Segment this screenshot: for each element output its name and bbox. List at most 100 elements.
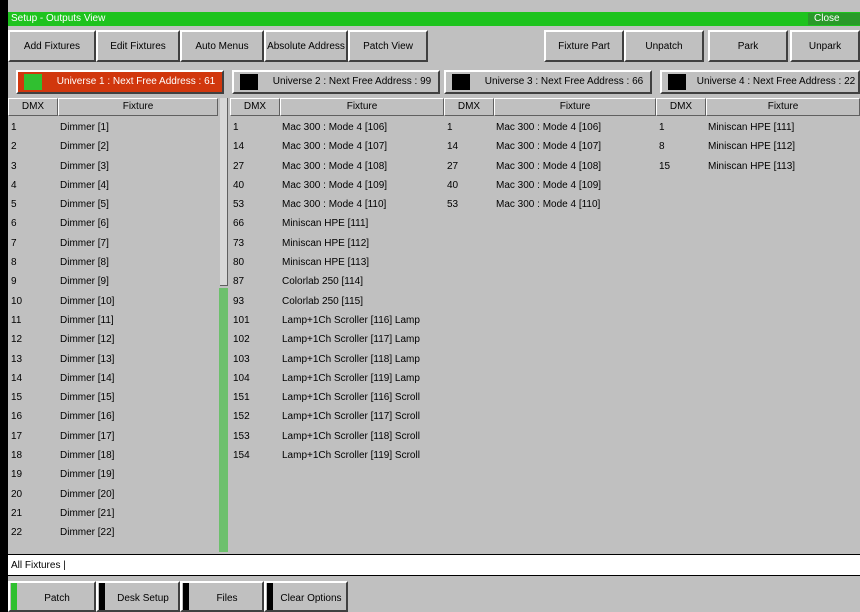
edit-fixtures-button[interactable]: Edit Fixtures	[96, 30, 180, 62]
table-row[interactable]: 8 Miniscan HPE [112]	[656, 137, 860, 156]
table-row[interactable]: 40 Mac 300 : Mode 4 [109]	[444, 176, 656, 195]
fixture-name: Mac 300 : Mode 4 [108]	[282, 160, 388, 172]
table-row[interactable]: 4 Dimmer [4]	[8, 176, 218, 195]
table-row[interactable]: 1 Mac 300 : Mode 4 [106]	[230, 118, 444, 137]
universe-2-tab[interactable]: Universe 2 : Next Free Address : 99	[232, 70, 440, 94]
table-row[interactable]: 66 Miniscan HPE [111]	[230, 214, 444, 233]
table-row[interactable]: 8 Dimmer [8]	[8, 253, 218, 272]
scrollbar-track[interactable]	[219, 288, 228, 552]
dmx-address: 101	[233, 314, 250, 326]
table-row[interactable]: 5 Dimmer [5]	[8, 195, 218, 214]
park-button[interactable]: Park	[708, 30, 788, 62]
table-row[interactable]: 10 Dimmer [10]	[8, 292, 218, 311]
desk-setup-button[interactable]: Desk Setup	[96, 581, 180, 612]
fixture-column-header[interactable]: Fixture	[494, 98, 656, 116]
table-row[interactable]: 1 Miniscan HPE [111]	[656, 118, 860, 137]
files-button[interactable]: Files	[180, 581, 264, 612]
table-row[interactable]: 80 Miniscan HPE [113]	[230, 253, 444, 272]
table-row[interactable]: 16 Dimmer [16]	[8, 407, 218, 426]
universe-swatch	[452, 74, 470, 90]
auto-menus-button[interactable]: Auto Menus	[180, 30, 264, 62]
fixture-name: Dimmer [14]	[60, 372, 115, 384]
table-row[interactable]: 11 Dimmer [11]	[8, 311, 218, 330]
table-row[interactable]: 3 Dimmer [3]	[8, 157, 218, 176]
command-line-input[interactable]: All Fixtures |	[8, 554, 860, 576]
dmx-address: 17	[11, 430, 23, 442]
dmx-address: 9	[11, 276, 17, 288]
fixture-name: Dimmer [4]	[60, 179, 109, 191]
table-row[interactable]: 18 Dimmer [18]	[8, 446, 218, 465]
table-row[interactable]: 21 Dimmer [21]	[8, 504, 218, 523]
universe-3-tab[interactable]: Universe 3 : Next Free Address : 66	[444, 70, 652, 94]
fixture-name: Dimmer [11]	[60, 314, 114, 326]
table-row[interactable]: 87 Colorlab 250 [114]	[230, 272, 444, 291]
table-row[interactable]: 27 Mac 300 : Mode 4 [108]	[230, 157, 444, 176]
patch-button[interactable]: Patch	[8, 581, 96, 612]
title-bar: Setup - Outputs View Close	[8, 12, 860, 26]
dmx-column-header[interactable]: DMX	[230, 98, 280, 116]
table-row[interactable]: 14 Mac 300 : Mode 4 [107]	[444, 137, 656, 156]
fixture-part-button[interactable]: Fixture Part	[544, 30, 624, 62]
dmx-address: 4	[11, 179, 17, 191]
table-row[interactable]: 152 Lamp+1Ch Scroller [117] Scroll	[230, 407, 444, 426]
unpatch-button[interactable]: Unpatch	[624, 30, 704, 62]
fixture-name: Miniscan HPE [111]	[708, 122, 795, 133]
table-row[interactable]: 73 Miniscan HPE [112]	[230, 234, 444, 253]
dmx-column-header[interactable]: DMX	[8, 98, 58, 116]
table-row[interactable]: 1 Mac 300 : Mode 4 [106]	[444, 118, 656, 137]
fixture-name: Miniscan HPE [112]	[282, 237, 370, 249]
button-label: Desk Setup	[117, 593, 169, 604]
table-row[interactable]: 101 Lamp+1Ch Scroller [116] Lamp	[230, 311, 444, 330]
table-row[interactable]: 1 Dimmer [1]	[8, 118, 218, 137]
table-row[interactable]: 6 Dimmer [6]	[8, 214, 218, 233]
table-row[interactable]: 12 Dimmer [12]	[8, 330, 218, 349]
add-fixtures-button[interactable]: Add Fixtures	[8, 30, 96, 62]
patch-view-button[interactable]: Patch View	[348, 30, 428, 62]
fixture-name: Dimmer [17]	[60, 430, 115, 442]
table-row[interactable]: 27 Mac 300 : Mode 4 [108]	[444, 157, 656, 176]
table-row[interactable]: 53 Mac 300 : Mode 4 [110]	[444, 195, 656, 214]
table-row[interactable]: 154 Lamp+1Ch Scroller [119] Scroll	[230, 446, 444, 465]
dmx-column-header[interactable]: DMX	[656, 98, 706, 116]
table-row[interactable]: 7 Dimmer [7]	[8, 234, 218, 253]
indicator	[99, 583, 105, 610]
unpark-button[interactable]: Unpark	[790, 30, 860, 62]
table-row[interactable]: 103 Lamp+1Ch Scroller [118] Lamp	[230, 350, 444, 369]
absolute-address-button[interactable]: Absolute Address	[264, 30, 348, 62]
table-row[interactable]: 9 Dimmer [9]	[8, 272, 218, 291]
dmx-address: 18	[11, 450, 23, 462]
table-row[interactable]: 2 Dimmer [2]	[8, 137, 218, 156]
table-row[interactable]: 93 Colorlab 250 [115]	[230, 292, 444, 311]
dmx-address: 1	[11, 122, 17, 133]
table-row[interactable]: 14 Dimmer [14]	[8, 369, 218, 388]
table-row[interactable]: 15 Miniscan HPE [113]	[656, 157, 860, 176]
table-row[interactable]: 151 Lamp+1Ch Scroller [116] Scroll	[230, 388, 444, 407]
fixture-name: Miniscan HPE [112]	[708, 141, 796, 153]
fixture-name: Lamp+1Ch Scroller [116] Lamp	[282, 314, 420, 326]
universe-4-tab[interactable]: Universe 4 : Next Free Address : 22	[660, 70, 860, 94]
fixture-name: Dimmer [12]	[60, 334, 115, 346]
close-button[interactable]: Close	[808, 13, 860, 25]
table-row[interactable]: 13 Dimmer [13]	[8, 350, 218, 369]
dmx-address: 93	[233, 295, 245, 307]
table-row[interactable]: 19 Dimmer [19]	[8, 465, 218, 484]
table-row[interactable]: 15 Dimmer [15]	[8, 388, 218, 407]
fixture-column-header[interactable]: Fixture	[58, 98, 218, 116]
fixture-name: Mac 300 : Mode 4 [106]	[496, 122, 602, 133]
table-row[interactable]: 20 Dimmer [20]	[8, 485, 218, 504]
scrollbar-thumb[interactable]	[220, 98, 228, 286]
fixture-column-header[interactable]: Fixture	[706, 98, 860, 116]
table-row[interactable]: 153 Lamp+1Ch Scroller [118] Scroll	[230, 427, 444, 446]
table-row[interactable]: 102 Lamp+1Ch Scroller [117] Lamp	[230, 330, 444, 349]
table-row[interactable]: 40 Mac 300 : Mode 4 [109]	[230, 176, 444, 195]
table-row[interactable]: 53 Mac 300 : Mode 4 [110]	[230, 195, 444, 214]
table-row[interactable]: 14 Mac 300 : Mode 4 [107]	[230, 137, 444, 156]
universe-1-tab[interactable]: Universe 1 : Next Free Address : 61	[16, 70, 224, 94]
dmx-column-header[interactable]: DMX	[444, 98, 494, 116]
table-row[interactable]: 22 Dimmer [22]	[8, 523, 218, 542]
table-row[interactable]: 104 Lamp+1Ch Scroller [119] Lamp	[230, 369, 444, 388]
clear-options-button[interactable]: Clear Options	[264, 581, 348, 612]
fixture-column-header[interactable]: Fixture	[280, 98, 444, 116]
universe-1-scrollbar[interactable]	[218, 98, 228, 552]
table-row[interactable]: 17 Dimmer [17]	[8, 427, 218, 446]
